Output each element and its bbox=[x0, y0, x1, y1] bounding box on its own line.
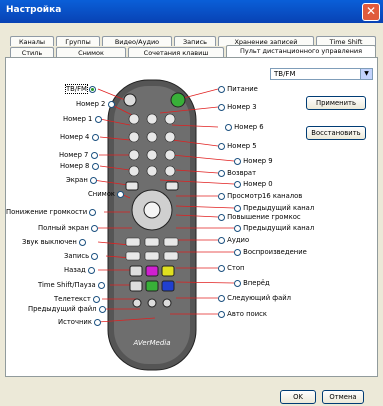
radio-num6[interactable]: Номер 6 bbox=[225, 123, 264, 132]
radio-num3[interactable]: Номер 3 bbox=[218, 103, 257, 112]
ok-button[interactable]: OK bbox=[280, 390, 316, 404]
radio-mute[interactable]: Звук выключен bbox=[22, 238, 87, 247]
radio-snapshot[interactable]: Снимок bbox=[88, 190, 125, 199]
radio-fullscreen[interactable]: Полный экран bbox=[38, 224, 98, 233]
radio-num2[interactable]: Номер 2 bbox=[76, 100, 115, 109]
radio-prev-channel[interactable]: Предыдущий канал bbox=[234, 204, 314, 213]
radio-num0[interactable]: Номер 0 bbox=[234, 180, 273, 189]
radio-num4[interactable]: Номер 4 bbox=[60, 133, 99, 142]
radio-timeshift[interactable]: Time Shift/Пауза bbox=[38, 281, 105, 290]
cancel-button[interactable]: Отмена bbox=[322, 390, 364, 404]
radio-return[interactable]: Возврат bbox=[218, 169, 256, 178]
radio-prev-file[interactable]: Предыдущий файл bbox=[28, 305, 106, 314]
apply-button[interactable]: Применить bbox=[306, 96, 366, 110]
restore-button[interactable]: Восстановить bbox=[306, 126, 366, 140]
radio-num8[interactable]: Номер 8 bbox=[60, 162, 99, 171]
radio-teletext[interactable]: Телетекст bbox=[54, 295, 100, 304]
radio-audio[interactable]: Аудио bbox=[218, 236, 249, 245]
remote-brand-logo: AVerMedia bbox=[132, 339, 170, 347]
radio-vol-up[interactable]: Повышение громкос bbox=[218, 213, 301, 222]
radio-prev-channel-2[interactable]: Предыдущий канал bbox=[234, 224, 314, 233]
radio-source[interactable]: Источник bbox=[58, 318, 102, 327]
radio-num7[interactable]: Номер 7 bbox=[59, 151, 98, 160]
chevron-down-icon[interactable]: ▼ bbox=[360, 69, 372, 79]
radio-stop[interactable]: Стоп bbox=[218, 264, 244, 273]
radio-num5[interactable]: Номер 5 bbox=[218, 142, 257, 151]
radio-num1[interactable]: Номер 1 bbox=[63, 115, 102, 124]
settings-window: Настройка ✕ Каналы Группы Видео/Аудио За… bbox=[0, 0, 383, 406]
radio-play[interactable]: Воспроизведение bbox=[234, 248, 307, 257]
remote-type-select[interactable]: TB/FM ▼ bbox=[270, 68, 373, 80]
radio-vol-down[interactable]: Понижение громкости bbox=[6, 208, 97, 217]
radio-num9[interactable]: Номер 9 bbox=[234, 157, 273, 166]
radio-next-file[interactable]: Следующий файл bbox=[218, 294, 291, 303]
radio-screen[interactable]: Экран bbox=[66, 176, 97, 185]
radio-power[interactable]: Питание bbox=[218, 85, 258, 94]
radio-preview16[interactable]: Просмотр16 каналов bbox=[218, 192, 302, 201]
remote-drawing: AVerMedia bbox=[92, 79, 235, 371]
radio-forward[interactable]: Вперёд bbox=[234, 279, 270, 288]
radio-back[interactable]: Назад bbox=[64, 266, 95, 275]
radio-record[interactable]: Запись bbox=[64, 252, 99, 261]
radio-autosearch[interactable]: Авто поиск bbox=[218, 310, 267, 319]
radio-tvfm[interactable]: TB/FM bbox=[65, 84, 97, 94]
